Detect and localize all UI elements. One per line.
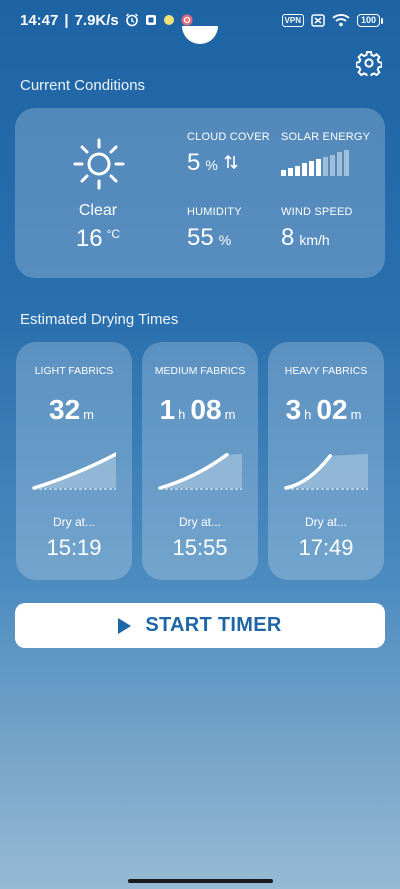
gear-icon[interactable]: [355, 50, 383, 79]
status-net-speed: 7.9K/s: [74, 11, 119, 29]
sun-icon: [72, 137, 126, 191]
start-timer-label: START TIMER: [145, 614, 282, 636]
drying-card-light[interactable]: LIGHT FABRICS 32 m Dry at... 15:19: [16, 342, 132, 580]
duration-minutes: 32: [49, 394, 81, 425]
solar-bar: [302, 163, 307, 176]
minutes-unit: m: [224, 407, 236, 422]
minutes-unit: m: [83, 407, 94, 422]
dry-at-label: Dry at...: [178, 515, 221, 529]
drying-card-heavy[interactable]: HEAVY FABRICS 3 h 02 m Dry at... 17:49: [268, 342, 384, 580]
wifi-icon: [332, 13, 350, 27]
alarm-icon: [125, 13, 139, 27]
solar-bar: [288, 167, 293, 176]
wind-speed-unit: km/h: [299, 232, 330, 248]
solar-bar: [281, 170, 286, 176]
duration-hours: 1: [159, 394, 176, 425]
notification-icon: [181, 14, 193, 26]
temperature-number: 16: [75, 225, 103, 252]
drying-times-title: Estimated Drying Times: [20, 311, 179, 328]
cloud-cover-number: 5: [187, 149, 201, 176]
cloud-cover-unit: %: [205, 157, 218, 173]
drying-curve: [32, 452, 116, 490]
solar-energy-bars: [281, 150, 349, 176]
wind-speed-number: 8: [281, 224, 295, 251]
duration-minutes: 02: [316, 394, 348, 425]
hours-unit: h: [304, 407, 312, 422]
wind-speed-label: WIND SPEED: [281, 206, 353, 218]
humidity-number: 55: [187, 224, 214, 251]
vpn-icon: VPN: [281, 13, 304, 27]
temperature-unit: °C: [106, 227, 121, 241]
solar-bar: [330, 154, 335, 176]
drying-curve: [158, 452, 242, 490]
camera-notch: [182, 26, 218, 44]
cloud-cover-value: 5%: [187, 149, 238, 177]
condition-label: Clear: [78, 202, 118, 219]
swap-arrows-icon: [224, 149, 238, 177]
start-timer-button[interactable]: START TIMER: [15, 603, 385, 648]
dry-at-time: 17:49: [298, 535, 354, 560]
solar-bar: [337, 152, 342, 176]
battery-icon: 100: [356, 13, 384, 27]
solar-bar: [323, 156, 328, 176]
solar-bar: [295, 165, 300, 176]
current-conditions-title: Current Conditions: [20, 77, 146, 94]
fabric-label: HEAVY FABRICS: [284, 365, 368, 377]
fabric-label: MEDIUM FABRICS: [154, 365, 246, 377]
cloud-cover-label: CLOUD COVER: [187, 131, 270, 143]
duration-hours: 3: [285, 394, 302, 425]
play-icon: [118, 617, 132, 634]
drying-duration: 32 m: [16, 394, 132, 426]
home-indicator[interactable]: [128, 879, 273, 883]
dry-at-time: 15:55: [172, 535, 228, 560]
humidity-label: HUMIDITY: [187, 206, 242, 218]
temperature-value: 16 °C: [50, 225, 146, 253]
humidity-value: 55%: [187, 224, 231, 252]
minutes-unit: m: [350, 407, 362, 422]
solar-energy-label: SOLAR ENERGY: [281, 131, 371, 143]
dry-at-label: Dry at...: [52, 515, 95, 529]
hours-unit: h: [178, 407, 186, 422]
drying-duration: 1 h 08 m: [142, 394, 258, 426]
status-separator: |: [64, 11, 69, 29]
dry-at-time: 15:19: [46, 535, 102, 560]
drying-duration: 3 h 02 m: [268, 394, 384, 426]
wind-speed-value: 8 km/h: [281, 224, 330, 252]
drying-curve: [284, 454, 368, 490]
status-time: 14:47: [20, 11, 59, 29]
drying-card-medium[interactable]: MEDIUM FABRICS 1 h 08 m Dry at... 15:55: [142, 342, 258, 580]
dry-at-label: Dry at...: [304, 515, 347, 529]
solar-bar: [309, 161, 314, 176]
fabric-label: LIGHT FABRICS: [34, 365, 114, 377]
sim-icon: [311, 13, 325, 27]
square-icon: [145, 14, 157, 26]
solar-bar: [316, 159, 321, 176]
duration-minutes: 08: [190, 394, 222, 425]
solar-bar: [344, 150, 349, 176]
dot-icon: [163, 14, 175, 26]
humidity-unit: %: [218, 232, 232, 248]
